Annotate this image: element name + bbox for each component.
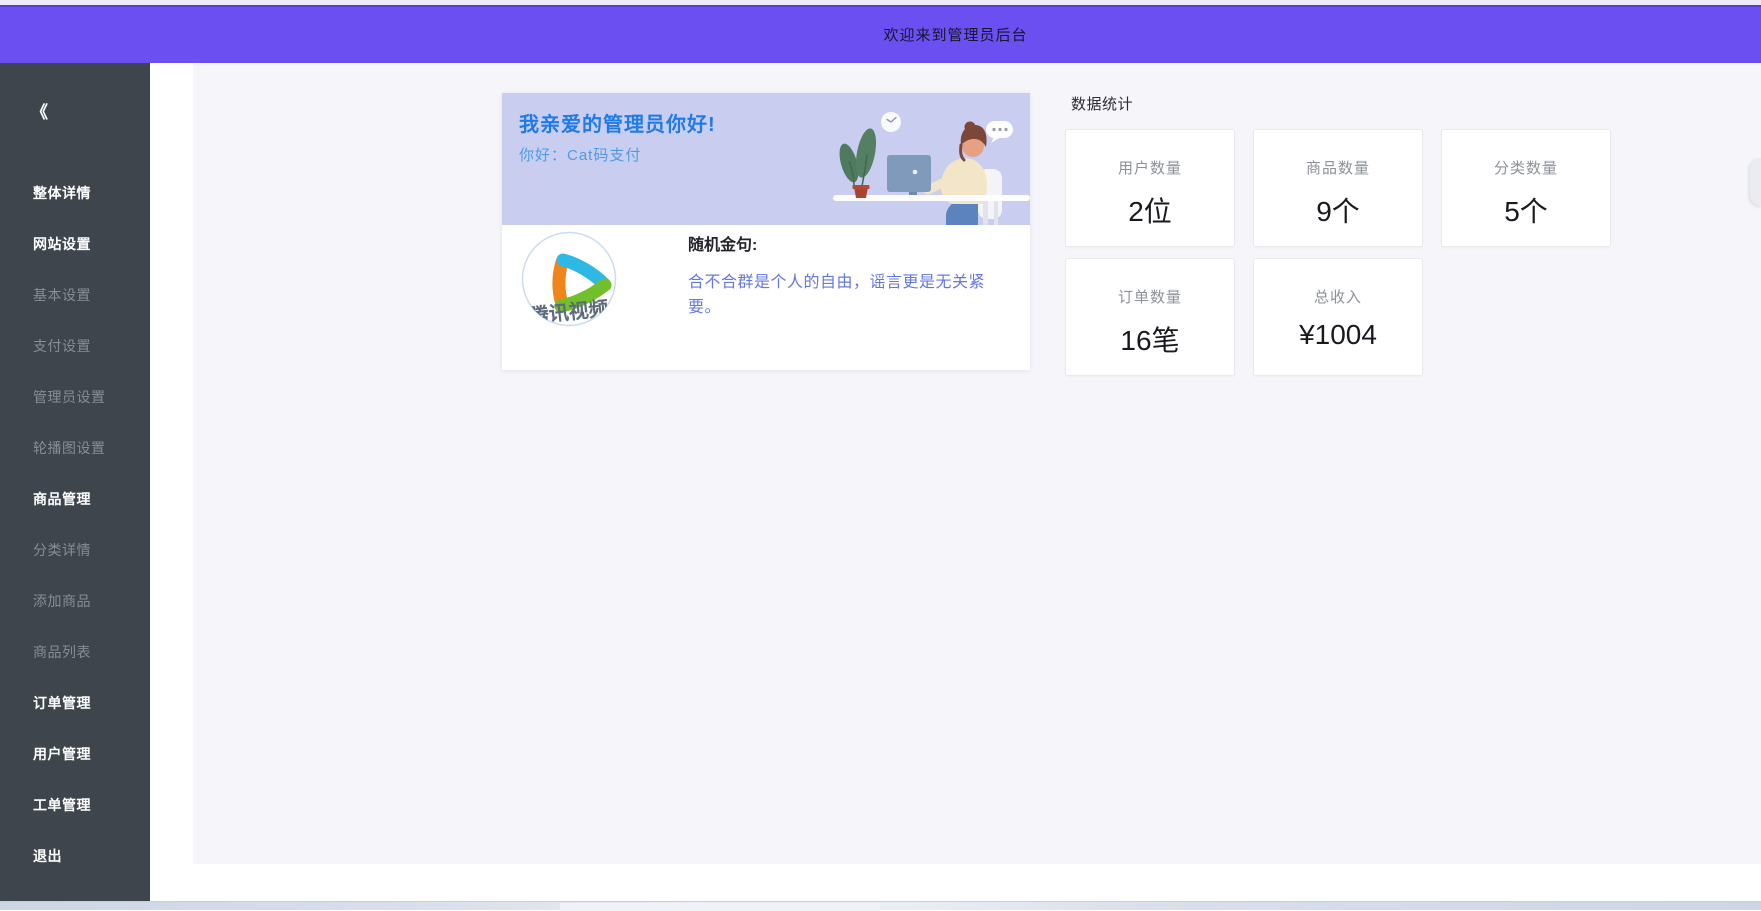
stat-card-value: 2位: [1128, 190, 1172, 230]
stat-card: 商品数量 9个: [1253, 129, 1423, 247]
sidebar-item[interactable]: 管理员设置: [0, 371, 150, 422]
quote-section: 腾讯视频 随机金句: 合不合群是个人的自由，谣言更是无关紧要。: [502, 225, 1030, 370]
stat-card: 用户数量 2位: [1065, 129, 1235, 247]
stat-card-value: 16笔: [1120, 319, 1179, 359]
sidebar-menu: 整体详情网站设置基本设置支付设置管理员设置轮播图设置商品管理分类详情添加商品商品…: [0, 167, 150, 881]
sidebar-item[interactable]: 退出: [0, 830, 150, 881]
stat-card-label: 用户数量: [1118, 157, 1182, 178]
stat-card: 总收入 ¥1004: [1253, 258, 1423, 376]
sidebar-item[interactable]: 分类详情: [0, 524, 150, 575]
stat-card: 订单数量 16笔: [1065, 258, 1235, 376]
stat-card-label: 总收入: [1314, 286, 1362, 307]
stat-card-label: 商品数量: [1306, 157, 1370, 178]
stats-title: 数据统计: [1071, 93, 1133, 114]
welcome-card: 我亲爱的管理员你好! 你好：Cat码支付: [502, 93, 1030, 370]
tencent-video-logo: 腾讯视频: [521, 231, 617, 327]
clock-icon: [881, 112, 901, 132]
welcome-banner: 我亲爱的管理员你好! 你好：Cat码支付: [502, 93, 1030, 225]
stat-card-label: 分类数量: [1494, 157, 1558, 178]
sidebar-item[interactable]: 工单管理: [0, 779, 150, 830]
collapse-sidebar-icon[interactable]: 《: [31, 98, 51, 123]
sidebar-item[interactable]: 用户管理: [0, 728, 150, 779]
header-title: 欢迎来到管理员后台: [883, 24, 1027, 45]
sidebar-item[interactable]: 基本设置: [0, 269, 150, 320]
stat-card-value: 5个: [1504, 190, 1548, 230]
main-content: 我亲爱的管理员你好! 你好：Cat码支付: [193, 63, 1761, 864]
scroll-handle[interactable]: [1750, 158, 1761, 206]
header-bar: 欢迎来到管理员后台: [0, 5, 1761, 63]
sidebar-item[interactable]: 整体详情: [0, 167, 150, 218]
desk-illustration: [810, 93, 1030, 225]
monitor-icon: [887, 155, 931, 196]
stat-card-value: 9个: [1316, 190, 1360, 230]
sidebar-item[interactable]: 轮播图设置: [0, 422, 150, 473]
sidebar-item[interactable]: 添加商品: [0, 575, 150, 626]
horizontal-scrollbar[interactable]: [0, 901, 1761, 910]
welcome-greeting: 你好：Cat码支付: [519, 144, 641, 165]
sidebar-item[interactable]: 网站设置: [0, 218, 150, 269]
stats-grid: 用户数量 2位 商品数量 9个 分类数量 5个 订单数量 16笔 总收入 ¥10…: [1065, 129, 1611, 376]
quote-label: 随机金句:: [688, 231, 757, 255]
plant-icon: [836, 127, 880, 186]
sidebar: 《 整体详情网站设置基本设置支付设置管理员设置轮播图设置商品管理分类详情添加商品…: [0, 63, 150, 902]
welcome-title: 我亲爱的管理员你好!: [519, 108, 716, 137]
speech-bubble-icon: [986, 121, 1013, 143]
stat-card-value: ¥1004: [1299, 319, 1377, 351]
sidebar-item[interactable]: 支付设置: [0, 320, 150, 371]
stat-card: 分类数量 5个: [1441, 129, 1611, 247]
quote-text: 合不合群是个人的自由，谣言更是无关紧要。: [688, 270, 990, 320]
sidebar-item[interactable]: 商品管理: [0, 473, 150, 524]
sidebar-item[interactable]: 订单管理: [0, 677, 150, 728]
stat-card-label: 订单数量: [1118, 286, 1182, 307]
sidebar-item[interactable]: 商品列表: [0, 626, 150, 677]
